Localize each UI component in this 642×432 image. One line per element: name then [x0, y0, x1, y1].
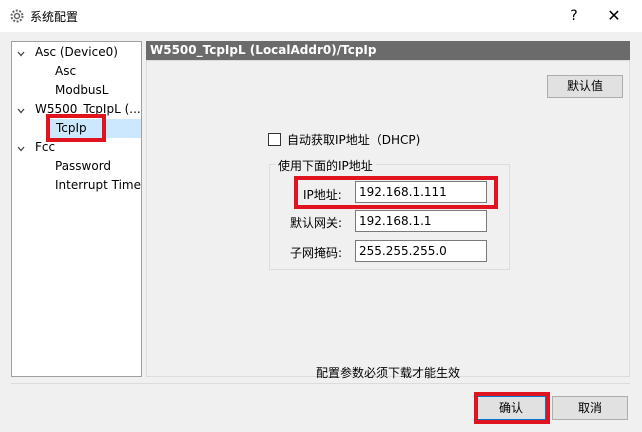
- ip-address-input[interactable]: 192.168.1.111: [355, 181, 487, 203]
- tree-node-modbusl[interactable]: ModbusL: [55, 81, 108, 100]
- tree-node-interrupt-time[interactable]: Interrupt Time: [55, 176, 141, 195]
- divider: [11, 383, 630, 384]
- tree-node-tcpip[interactable]: TcpIp: [56, 119, 87, 138]
- close-button[interactable]: ✕: [600, 4, 628, 28]
- tree-node-w5500-tcpipl[interactable]: W5500_TcpIpL (...: [35, 100, 141, 119]
- ok-button[interactable]: 确认: [476, 396, 546, 420]
- ip-address-label: IP地址:: [303, 188, 342, 202]
- chevron-down-icon[interactable]: [16, 143, 26, 153]
- gateway-label: 默认网关:: [290, 216, 343, 230]
- dhcp-checkbox[interactable]: [268, 133, 281, 146]
- tree-node-asc-device0[interactable]: Asc (Device0): [35, 43, 118, 62]
- download-note: 配置参数必须下载才能生效: [316, 366, 461, 380]
- dhcp-label[interactable]: 自动获取IP地址（DHCP): [287, 131, 420, 148]
- tree-node-asc[interactable]: Asc: [55, 62, 76, 81]
- title-bar: [0, 0, 642, 32]
- chevron-down-icon[interactable]: [16, 48, 26, 58]
- gateway-input[interactable]: 192.168.1.1: [355, 210, 487, 232]
- subnet-mask-label: 子网掩码:: [290, 246, 343, 260]
- subnet-mask-input[interactable]: 255.255.255.0: [355, 240, 487, 262]
- default-values-button[interactable]: 默认值: [547, 75, 623, 98]
- tree-node-password[interactable]: Password: [55, 157, 111, 176]
- device-tree: Asc (Device0) Asc ModbusL W5500_TcpIpL (…: [11, 41, 142, 377]
- gear-icon: [9, 8, 25, 24]
- group-title: 使用下面的IP地址: [275, 157, 376, 174]
- chevron-down-icon[interactable]: [16, 105, 26, 115]
- panel-header: W5500_TcpIpL (LocalAddr0)/TcpIp: [146, 41, 630, 60]
- cancel-button[interactable]: 取消: [552, 396, 628, 420]
- help-button[interactable]: ?: [560, 4, 588, 28]
- tree-node-fcc[interactable]: Fcc: [35, 138, 55, 157]
- window-title: 系统配置: [30, 10, 79, 24]
